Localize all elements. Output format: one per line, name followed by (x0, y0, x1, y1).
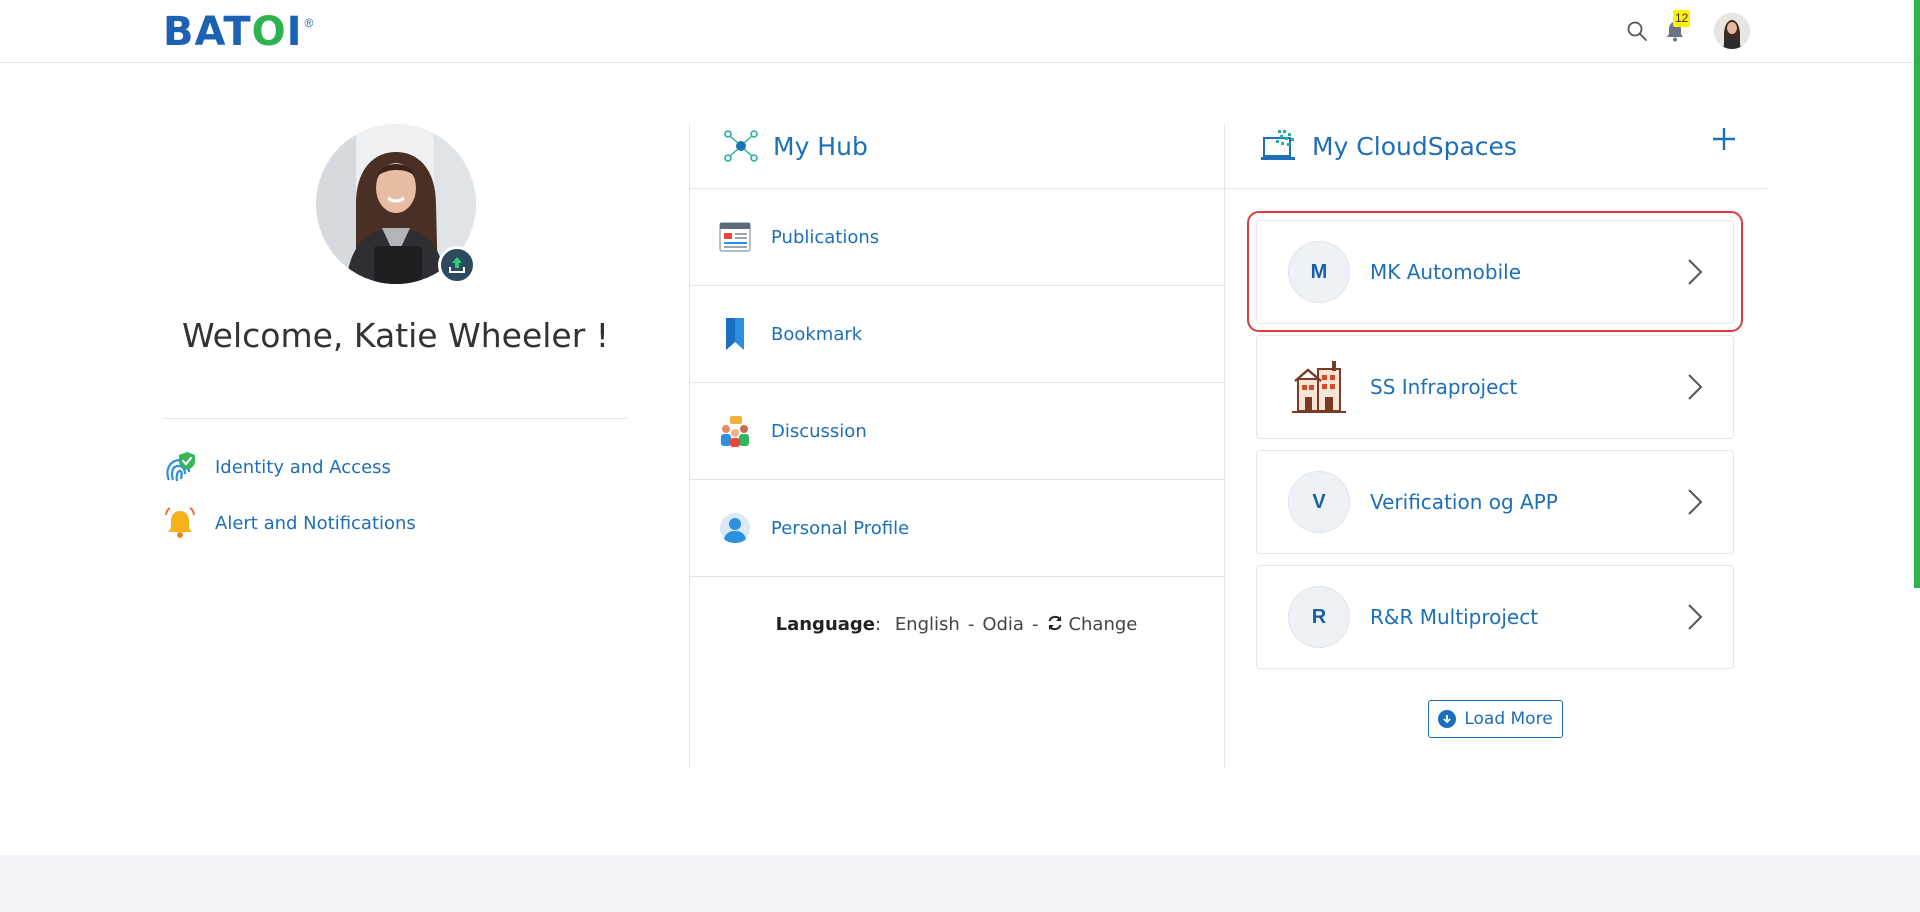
hub-network-icon (724, 130, 758, 162)
load-more-button[interactable]: Load More (1428, 700, 1563, 738)
page-scrollbar[interactable] (1914, 0, 1920, 588)
language-selector: Language: English - Odia - Change (689, 614, 1224, 635)
language-change-label: Change (1068, 614, 1138, 635)
my-cloudspaces-header: My CloudSpaces (1260, 128, 1517, 164)
upload-icon (449, 257, 465, 273)
cloudspace-card-mk-automobile[interactable]: M MK Automobile (1256, 220, 1734, 324)
load-more-label: Load More (1464, 709, 1553, 729)
hub-item-publications[interactable]: Publications (689, 189, 1224, 286)
add-cloudspace-button[interactable] (1711, 126, 1737, 152)
language-colon: : (875, 614, 882, 635)
hub-item-discussion[interactable]: Discussion (689, 383, 1224, 480)
cloudspace-name: R&R Multiproject (1370, 605, 1539, 629)
cloudspace-initial-avatar: R (1288, 586, 1350, 648)
welcome-heading: Welcome, Katie Wheeler ! (181, 316, 610, 355)
language-separator: - (967, 614, 975, 635)
search-icon[interactable] (1626, 20, 1648, 42)
bell-alert-icon (163, 506, 197, 540)
bookmark-icon (717, 316, 753, 352)
identity-and-access-label: Identity and Access (215, 456, 391, 478)
personal-profile-label: Personal Profile (771, 517, 910, 539)
arrow-down-circle-icon (1438, 710, 1457, 728)
hub-item-personal-profile[interactable]: Personal Profile (689, 480, 1224, 577)
cloudspace-name: SS Infraproject (1370, 375, 1518, 399)
refresh-icon (1048, 615, 1062, 631)
my-cloudspaces-title: My CloudSpaces (1312, 131, 1517, 161)
bookmark-label: Bookmark (771, 323, 863, 345)
top-bar: BATOI ® 12 (0, 0, 1920, 63)
alert-and-notifications-label: Alert and Notifications (215, 512, 416, 534)
footer (0, 855, 1920, 912)
publications-label: Publications (771, 226, 880, 248)
upload-photo-button[interactable] (438, 246, 476, 284)
chevron-right-icon (1688, 489, 1703, 515)
batoi-logo[interactable]: BATOI ® (163, 12, 313, 52)
hub-item-bookmark[interactable]: Bookmark (689, 286, 1224, 383)
cloudspaces-laptop-icon (1261, 130, 1295, 160)
chevron-right-icon (1688, 604, 1703, 630)
publications-icon (717, 219, 753, 255)
building-icon (1288, 356, 1350, 418)
my-hub-header: My Hub (723, 128, 868, 164)
chevron-right-icon (1688, 374, 1703, 400)
language-label: Language (775, 614, 875, 635)
person-icon (717, 510, 753, 546)
discussion-label: Discussion (771, 420, 867, 442)
cloudspace-card-ss-infraproject[interactable]: SS Infraproject (1256, 335, 1734, 439)
logo-text: BAT (163, 9, 252, 55)
cloudspace-initial-avatar: V (1288, 471, 1350, 533)
cloudspace-initial-avatar: M (1288, 241, 1350, 303)
user-avatar[interactable] (1714, 13, 1750, 49)
logo-registered-mark: ® (304, 16, 314, 30)
discussion-icon (717, 413, 753, 449)
my-hub-title: My Hub (773, 131, 868, 161)
fingerprint-shield-icon (163, 450, 197, 484)
column-divider (1224, 124, 1225, 769)
logo-text-accent: O (251, 9, 287, 55)
language-separator: - (1031, 614, 1039, 635)
cloudspace-card-verification-og-app[interactable]: V Verification og APP (1256, 450, 1734, 554)
logo-text-end: I (286, 9, 303, 55)
user-avatar-image (1714, 13, 1750, 49)
language-change-button[interactable]: Change (1046, 614, 1137, 635)
cloudspace-name: Verification og APP (1370, 490, 1558, 514)
language-option-english[interactable]: English (895, 614, 960, 635)
identity-and-access-link[interactable]: Identity and Access (163, 449, 391, 485)
cloudspace-card-rr-multiproject[interactable]: R R&R Multiproject (1256, 565, 1734, 669)
alert-and-notifications-link[interactable]: Alert and Notifications (163, 505, 416, 541)
divider (163, 418, 628, 419)
chevron-right-icon (1688, 259, 1703, 285)
notification-count-badge: 12 (1673, 10, 1691, 27)
language-option-odia[interactable]: Odia (982, 614, 1024, 635)
cloudspace-name: MK Automobile (1370, 260, 1521, 284)
